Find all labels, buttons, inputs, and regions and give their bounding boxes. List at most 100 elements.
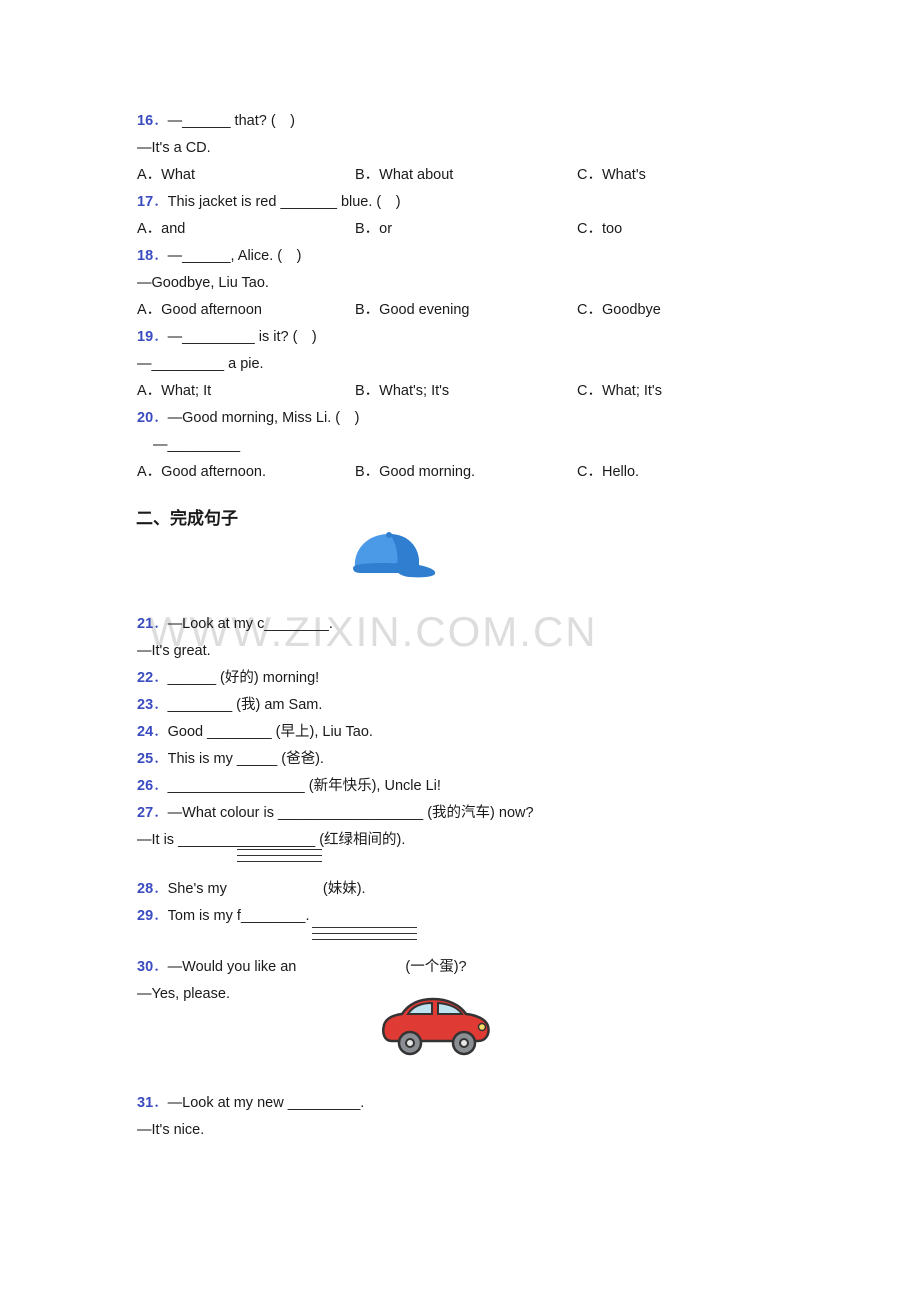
question-number-26: 26 bbox=[137, 778, 154, 794]
question-number-22: 22 bbox=[137, 670, 154, 686]
question-number-24: 24 bbox=[137, 724, 154, 740]
q30-pre: —Would you like an bbox=[167, 959, 301, 975]
q16-option-c[interactable]: C．What's bbox=[577, 162, 777, 189]
q24-blank: ________ bbox=[207, 724, 272, 740]
q17-post: blue. ( ) bbox=[336, 194, 401, 210]
question-18-options: A．Good afternoon B．Good evening C．Goodby… bbox=[137, 297, 837, 324]
question-number-27: 27 bbox=[137, 805, 154, 821]
q19-option-c[interactable]: C．What; It's bbox=[577, 378, 777, 405]
question-26-stem: 26．_________________ (新年快乐), Uncle Li! bbox=[137, 778, 441, 794]
question-number-25: 25 bbox=[137, 751, 154, 767]
q25-pre: This is my bbox=[167, 751, 237, 767]
question-20-options: A．Good afternoon. B．Good morning. C．Hell… bbox=[137, 459, 837, 486]
q22-post: (好的) morning! bbox=[216, 670, 320, 686]
question-27-stem: 27．—What colour is __________________ (我… bbox=[137, 805, 534, 821]
q24-pre: Good bbox=[167, 724, 208, 740]
cap-image-spacer bbox=[137, 537, 837, 611]
q19-option-a[interactable]: A．What; It bbox=[137, 378, 355, 405]
q23-post: (我) am Sam. bbox=[232, 697, 323, 713]
q19-option-b[interactable]: B．What's; It's bbox=[355, 378, 577, 405]
q18-blank: ______ bbox=[182, 248, 231, 264]
q18-option-c[interactable]: C．Goodbye bbox=[577, 297, 777, 324]
q17-option-a[interactable]: A．and bbox=[137, 216, 355, 243]
q18-option-b[interactable]: B．Good evening bbox=[355, 297, 577, 324]
question-30-answer: —Yes, please. bbox=[137, 986, 230, 1002]
question-number-28: 28 bbox=[137, 881, 154, 897]
q19-pre: — bbox=[167, 329, 183, 345]
q16-option-a[interactable]: A．What bbox=[137, 162, 355, 189]
question-16-stem: 16．—______ that? ( ) bbox=[137, 113, 295, 129]
question-22-stem: 22．______ (好的) morning! bbox=[137, 670, 320, 686]
question-28-stem: 28．She's my (妹妹). bbox=[137, 849, 837, 903]
q29-post: . bbox=[305, 908, 310, 924]
q17-option-c[interactable]: C．too bbox=[577, 216, 777, 243]
q16-option-b[interactable]: B．What about bbox=[355, 162, 577, 189]
section-2-title: 二、完成句子 bbox=[136, 509, 238, 528]
question-19-stem: 19．—_________ is it? ( ) bbox=[137, 329, 317, 345]
q21-blank: ________ bbox=[264, 616, 329, 632]
question-31-stem: 31．—Look at my new _________. bbox=[137, 1095, 365, 1111]
q28-post: (妹妹). bbox=[318, 881, 366, 897]
q27-blank: __________________ bbox=[278, 805, 424, 821]
q17-option-b[interactable]: B．or bbox=[355, 216, 577, 243]
question-number-29: 29 bbox=[137, 908, 154, 924]
q26-blank: _________________ bbox=[167, 778, 305, 794]
question-29-stem: 29．Tom is my f________. bbox=[137, 908, 310, 924]
q28-pre: She's my bbox=[167, 881, 231, 897]
q23-blank: ________ bbox=[167, 697, 233, 713]
q21-post: . bbox=[328, 616, 333, 632]
q16-post: that? ( ) bbox=[230, 113, 295, 129]
question-16-answer: —It's a CD. bbox=[137, 140, 211, 156]
q29-blank: ________ bbox=[240, 908, 306, 924]
question-number-17: 17 bbox=[137, 194, 154, 210]
q18-pre: — bbox=[167, 248, 183, 264]
q21-pre: —Look at my c bbox=[167, 616, 265, 632]
q17-pre: This jacket is red bbox=[167, 194, 281, 210]
question-18-answer: —Goodbye, Liu Tao. bbox=[137, 275, 269, 291]
q19-post: is it? ( ) bbox=[254, 329, 317, 345]
q22-blank: ______ bbox=[167, 670, 217, 686]
q18-option-a[interactable]: A．Good afternoon bbox=[137, 297, 355, 324]
q20-option-c[interactable]: C．Hello. bbox=[577, 459, 777, 486]
car-image-spacer bbox=[137, 1008, 837, 1090]
question-25-stem: 25．This is my _____ (爸爸). bbox=[137, 751, 324, 767]
q16-pre: — bbox=[167, 113, 183, 129]
question-17-options: A．and B．or C．too bbox=[137, 216, 837, 243]
q18-post: , Alice. ( ) bbox=[230, 248, 302, 264]
question-number-20: 20 bbox=[137, 410, 154, 426]
q19-blank: _________ bbox=[182, 329, 255, 345]
q29-pre: Tom is my f bbox=[167, 908, 241, 924]
worksheet-content: 16．—______ that? ( ) —It's a CD. A．What … bbox=[136, 108, 837, 1144]
q20-option-a[interactable]: A．Good afternoon. bbox=[137, 459, 355, 486]
q24-post: (早上), Liu Tao. bbox=[271, 724, 373, 740]
q26-post: (新年快乐), Uncle Li! bbox=[304, 778, 441, 794]
question-number-31: 31 bbox=[137, 1095, 154, 1111]
question-31-answer: —It's nice. bbox=[137, 1122, 205, 1138]
q31-blank: _________ bbox=[287, 1095, 361, 1111]
q16-blank: ______ bbox=[182, 113, 231, 129]
q30-stacked-blank bbox=[312, 922, 417, 940]
question-16-options: A．What B．What about C．What's bbox=[137, 162, 837, 189]
q27-pre: —What colour is bbox=[167, 805, 279, 821]
question-17-stem: 17．This jacket is red _______ blue. ( ) bbox=[137, 194, 401, 210]
q25-post: (爸爸). bbox=[277, 751, 324, 767]
question-number-19: 19 bbox=[137, 329, 154, 345]
q17-blank: _______ bbox=[280, 194, 337, 210]
question-18-stem: 18．—______, Alice. ( ) bbox=[137, 248, 302, 264]
q27-post: (我的汽车) now? bbox=[423, 805, 534, 821]
q30-post: (一个蛋)? bbox=[405, 959, 467, 975]
q27-line2-post: (红绿相间的). bbox=[315, 832, 406, 848]
question-20-stem: 20．—Good morning, Miss Li. ( ) bbox=[137, 410, 360, 426]
question-21-answer: —It's great. bbox=[137, 643, 211, 659]
q20-pre: —Good morning, Miss Li. ( ) bbox=[167, 410, 360, 426]
question-number-30: 30 bbox=[137, 959, 154, 975]
q31-pre: —Look at my new bbox=[167, 1095, 288, 1111]
question-number-16: 16 bbox=[137, 113, 154, 129]
question-30-stem: 30．—Would you like an (一个蛋)? bbox=[137, 927, 837, 981]
question-number-21: 21 bbox=[137, 616, 154, 632]
question-number-18: 18 bbox=[137, 248, 154, 264]
q20-option-b[interactable]: B．Good morning. bbox=[355, 459, 577, 486]
question-number-23: 23 bbox=[137, 697, 154, 713]
question-20-answer: —_________ bbox=[153, 437, 241, 453]
question-23-stem: 23．________ (我) am Sam. bbox=[137, 697, 323, 713]
